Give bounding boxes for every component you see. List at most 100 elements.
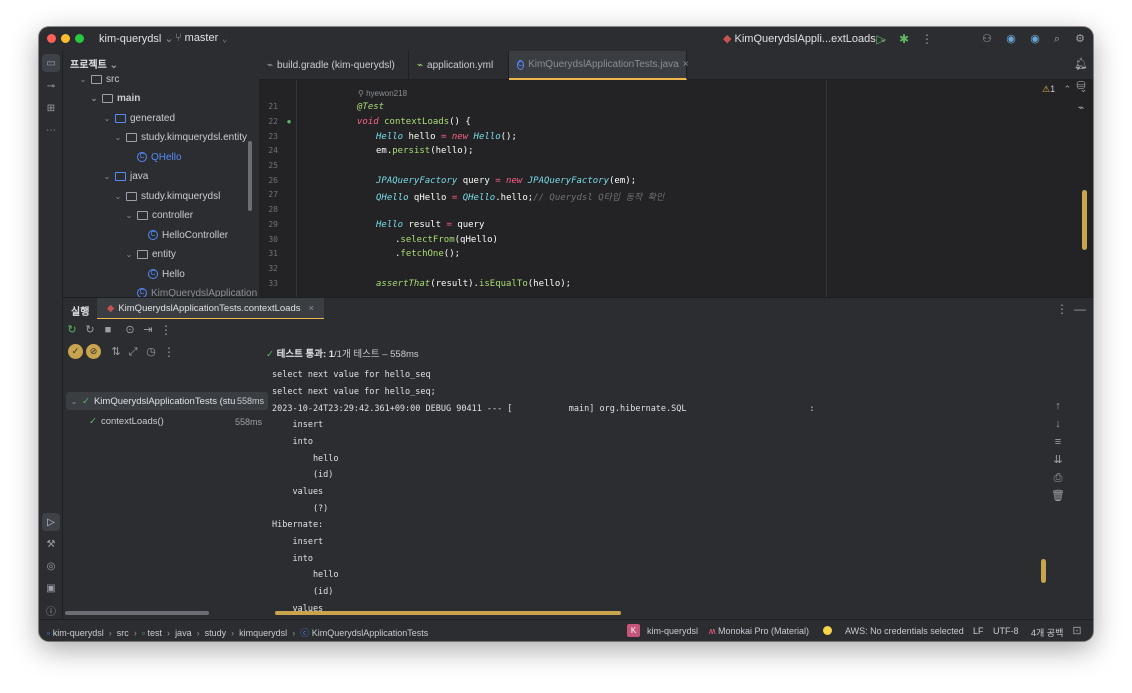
console-horizontal-scrollbar[interactable] bbox=[275, 611, 621, 615]
breadcrumb-item[interactable]: kim-querydsl bbox=[53, 628, 104, 638]
history-icon[interactable]: ◷ bbox=[144, 345, 158, 359]
status-theme[interactable]: ʍ Monokai Pro (Material) bbox=[709, 626, 809, 636]
debug-icon[interactable]: ✱ bbox=[896, 31, 912, 47]
print-icon[interactable]: ⎙ bbox=[1051, 471, 1065, 485]
show-passed-toggle-icon[interactable]: ✓ bbox=[68, 344, 83, 359]
run-icon[interactable]: ▷ bbox=[873, 31, 889, 47]
terminal-tool-icon[interactable]: ▣ bbox=[42, 579, 60, 597]
tree-item-hello[interactable]: C Hello bbox=[148, 266, 185, 282]
run-tool-icon[interactable]: ▷ bbox=[42, 513, 60, 531]
close-tab-icon[interactable]: × bbox=[309, 303, 315, 314]
yaml-icon: ⌁ bbox=[417, 60, 424, 71]
close-window-button[interactable] bbox=[47, 34, 56, 43]
settings-gear-icon[interactable]: ⚙ bbox=[1072, 31, 1088, 47]
chevron-up-icon[interactable]: ⌃ bbox=[1064, 84, 1072, 94]
status-encoding[interactable]: UTF-8 bbox=[993, 626, 1019, 636]
project-name: kim-querydsl bbox=[99, 33, 162, 45]
class-icon: ⓒ bbox=[300, 628, 310, 638]
tree-item-java[interactable]: ⌄ java bbox=[102, 168, 149, 184]
tree-horizontal-scrollbar[interactable] bbox=[65, 611, 209, 615]
status-indent[interactable]: 4개 공백 bbox=[1031, 626, 1063, 639]
expand-all-icon[interactable]: ⤢ bbox=[126, 345, 140, 359]
tree-item-controller[interactable]: ⌄ controller bbox=[124, 207, 194, 223]
breadcrumb-item[interactable]: java bbox=[175, 628, 192, 638]
build-tool-icon[interactable]: ⚒ bbox=[42, 535, 60, 553]
console-output[interactable]: ✓ 테스트 통과: 1/1개 테스트 – 558ms select next v… bbox=[266, 341, 1093, 619]
author-hint[interactable]: ⚲ hyewon218 bbox=[358, 89, 407, 98]
plugin-icon[interactable]: ◉ bbox=[1003, 31, 1019, 47]
branch-switcher[interactable]: ⑂ master ⌄ bbox=[175, 32, 228, 44]
stop-icon[interactable]: ■ bbox=[101, 323, 115, 337]
export-icon[interactable]: ⇥ bbox=[141, 323, 155, 337]
line-number: 32 bbox=[268, 264, 278, 273]
code-editor[interactable]: 21 22 23 24 25 26 27 28 29 30 31 32 33 ●… bbox=[259, 80, 1093, 297]
more-options-icon[interactable]: ⋮ bbox=[1055, 302, 1069, 316]
sort-icon[interactable]: ⇅ bbox=[109, 345, 123, 359]
more-options-icon[interactable]: ⋮ bbox=[159, 323, 173, 337]
minimize-window-button[interactable] bbox=[61, 34, 70, 43]
structure-tool-icon[interactable]: ⊞ bbox=[42, 99, 60, 117]
branch-name: master bbox=[184, 32, 219, 44]
lock-icon[interactable]: ⊡ bbox=[1071, 625, 1083, 637]
test-class-row[interactable]: ⌄ ✓ KimQuerydslApplicationTests (stu bbox=[69, 393, 236, 409]
breadcrumb-item[interactable]: KimQuerydslApplicationTests bbox=[312, 628, 429, 638]
more-actions-icon[interactable]: ⋮ bbox=[919, 31, 935, 47]
tree-item-src[interactable]: ⌄ src bbox=[78, 71, 120, 87]
search-icon[interactable]: ⌕ bbox=[1049, 31, 1065, 47]
soft-wrap-icon[interactable]: ≡ bbox=[1051, 435, 1065, 449]
rerun-icon[interactable]: ↻ bbox=[65, 323, 79, 337]
tree-item-qhello[interactable]: C QHello bbox=[137, 149, 182, 165]
code-line-26: JPAQueryFactory query = new JPAQueryFact… bbox=[376, 176, 637, 186]
tree-item-hellocontroller[interactable]: C HelloController bbox=[148, 227, 228, 243]
tab-build-gradle[interactable]: ⌁ build.gradle (kim-querydsl) bbox=[259, 51, 409, 80]
status-line-separator[interactable]: LF bbox=[973, 626, 984, 636]
project-switcher[interactable]: kim-querydsl ⌄ bbox=[99, 32, 174, 45]
project-panel-header[interactable]: 프로젝트 ⌄ bbox=[70, 56, 118, 71]
services-tool-icon[interactable]: ◎ bbox=[42, 557, 60, 575]
breadcrumb-item[interactable]: src bbox=[117, 628, 129, 638]
more-tools-icon[interactable]: ⋯ bbox=[42, 121, 60, 139]
tree-item-main[interactable]: ⌄ main bbox=[89, 90, 141, 106]
tab-kimquerydslapplicationtests[interactable]: C KimQuerydslApplicationTests.java × bbox=[509, 51, 689, 80]
project-scrollbar[interactable] bbox=[248, 141, 252, 211]
junit-icon: ◆ bbox=[107, 302, 115, 314]
ai-assistant-icon[interactable]: ◉ bbox=[1027, 31, 1043, 47]
breadcrumb-item[interactable]: test bbox=[148, 628, 163, 638]
breadcrumb-item[interactable]: kimquerydsl bbox=[239, 628, 287, 638]
run-tab[interactable]: ◆ KimQuerydslApplicationTests.contextLoa… bbox=[97, 298, 325, 320]
more-options-icon[interactable]: ⋮ bbox=[162, 345, 176, 359]
add-user-icon[interactable]: ⚇ bbox=[979, 31, 995, 47]
tree-item-entity[interactable]: ⌄ entity bbox=[124, 246, 176, 262]
line-number: 21 bbox=[268, 102, 278, 111]
status-aws[interactable]: AWS: No credentials selected bbox=[845, 626, 964, 636]
tab-application-yml[interactable]: ⌁ application.yml bbox=[409, 51, 509, 80]
problems-tool-icon[interactable]: ⓘ bbox=[42, 601, 60, 619]
scroll-up-icon[interactable]: ↑ bbox=[1051, 399, 1065, 413]
breadcrumb-item[interactable]: study bbox=[205, 628, 227, 638]
run-config-selector[interactable]: ◆ KimQuerydslAppli...extLoads ⌄ bbox=[723, 32, 888, 45]
close-tab-icon[interactable]: × bbox=[683, 59, 689, 70]
status-project[interactable]: kim-querydsl bbox=[647, 626, 698, 636]
database-icon[interactable]: ⛁ bbox=[1073, 78, 1089, 94]
trash-icon[interactable]: 🗑︎ bbox=[1051, 489, 1065, 503]
run-test-gutter-icon[interactable]: ● bbox=[284, 117, 294, 127]
rerun-failed-icon[interactable]: ↻ bbox=[83, 323, 97, 337]
project-tool-icon[interactable]: ▭ bbox=[42, 54, 60, 72]
editor-scrollbar[interactable] bbox=[1082, 190, 1087, 250]
show-ignored-toggle-icon[interactable]: ⊘ bbox=[86, 344, 101, 359]
notifications-icon[interactable]: 🔔︎ bbox=[1073, 56, 1089, 72]
test-method-row[interactable]: ✓ contextLoads() bbox=[89, 413, 164, 429]
scroll-to-end-icon[interactable]: ⇊ bbox=[1051, 453, 1065, 467]
run-tab-label: KimQuerydslApplicationTests.contextLoads bbox=[118, 302, 301, 314]
commit-tool-icon[interactable]: ⊸ bbox=[42, 77, 60, 95]
camera-icon[interactable]: ⊙ bbox=[123, 323, 137, 337]
chevron-down-icon: ⌄ bbox=[103, 113, 111, 123]
gradle-tool-icon[interactable]: ⌁ bbox=[1073, 100, 1089, 116]
maximize-window-button[interactable] bbox=[75, 34, 84, 43]
tree-item-package-root[interactable]: ⌄ study.kimquerydsl bbox=[113, 188, 221, 204]
tree-item-package-entity[interactable]: ⌄ study.kimquerydsl.entity bbox=[113, 129, 247, 145]
hide-panel-icon[interactable]: — bbox=[1073, 302, 1087, 316]
tree-item-generated[interactable]: ⌄ generated bbox=[102, 110, 175, 126]
scroll-down-icon[interactable]: ↓ bbox=[1051, 417, 1065, 431]
console-vertical-scrollbar[interactable] bbox=[1041, 559, 1046, 583]
